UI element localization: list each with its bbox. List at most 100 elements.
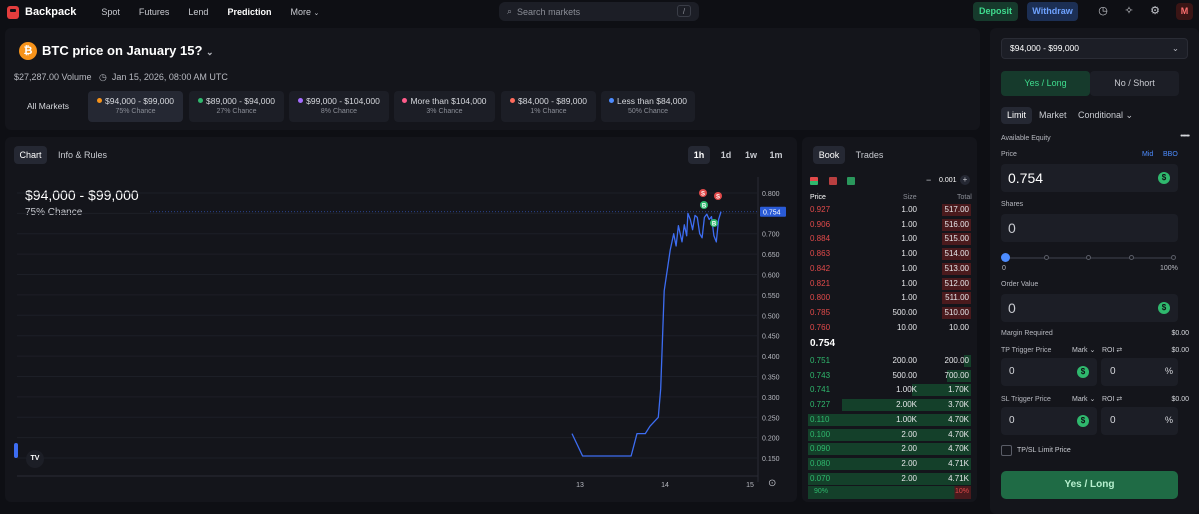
book-view-asks-icon[interactable]: [829, 177, 837, 185]
outcome-chance: 75% Chance: [115, 108, 156, 115]
side-short-button[interactable]: No / Short: [1090, 71, 1179, 96]
all-markets-button[interactable]: All Markets: [13, 91, 83, 122]
slider-step[interactable]: [1171, 255, 1176, 260]
book-view-both-icon[interactable]: [810, 177, 818, 185]
nav-more[interactable]: More ⌄: [290, 7, 319, 17]
ask-row[interactable]: 0.800 1.00 511.00: [808, 291, 971, 305]
order-value-input[interactable]: 0 $: [1001, 294, 1178, 322]
gear-icon[interactable]: ⚙: [1149, 5, 1161, 17]
col-total: Total: [957, 194, 972, 201]
outcome-card[interactable]: $89,000 - $94,000 27% Chance: [189, 91, 284, 122]
tab-limit[interactable]: Limit: [1001, 107, 1032, 124]
bbo-link[interactable]: BBO: [1163, 151, 1178, 158]
mid-link[interactable]: Mid: [1142, 151, 1153, 158]
ask-price: 0.842: [810, 263, 831, 273]
bid-row[interactable]: 0.090 2.00 4.70K: [808, 442, 971, 456]
ask-row[interactable]: 0.906 1.00 516.00: [808, 218, 971, 232]
nav-futures[interactable]: Futures: [139, 7, 170, 17]
tab-conditional[interactable]: Conditional ⌄: [1078, 110, 1133, 121]
y-tick-label: 0.250: [762, 415, 780, 422]
deposit-button[interactable]: Deposit: [973, 2, 1018, 21]
market-select[interactable]: $94,000 - $99,000 ⌄: [1001, 38, 1188, 59]
price-chart[interactable]: 0.8000.7500.7000.6500.6000.5500.5000.450…: [5, 137, 797, 502]
book-mid-price[interactable]: 0.754: [810, 338, 835, 349]
ask-row[interactable]: 0.927 1.00 517.00: [808, 203, 971, 217]
shares-input[interactable]: 0: [1001, 214, 1178, 242]
book-view-bids-icon[interactable]: [847, 177, 855, 185]
history-icon[interactable]: ◷: [1097, 5, 1109, 17]
slider-step[interactable]: [1044, 255, 1049, 260]
outcome-card[interactable]: More than $104,000 3% Chance: [394, 91, 495, 122]
ask-size: 1.00: [901, 234, 917, 244]
ask-row[interactable]: 0.821 1.00 512.00: [808, 277, 971, 291]
nav-prediction[interactable]: Prediction: [227, 7, 271, 17]
ask-row[interactable]: 0.863 1.00 514.00: [808, 247, 971, 261]
tp-price-input[interactable]: 0 $: [1001, 358, 1097, 386]
order-book-panel: Book Trades − 0.001 + Price Size Total 0…: [802, 137, 977, 502]
bid-row[interactable]: 0.751 200.00 200.00: [808, 354, 971, 368]
chart-settings-icon[interactable]: ⊙: [768, 478, 776, 489]
brand-logo[interactable]: Backpack: [7, 5, 77, 19]
tp-roi-label: ROI: [1102, 347, 1115, 354]
outcome-card[interactable]: $94,000 - $99,000 75% Chance: [88, 91, 183, 122]
nav-more-label: More: [290, 7, 311, 17]
bid-row[interactable]: 0.100 2.00 4.70K: [808, 428, 971, 442]
tp-roi-input[interactable]: 0 %: [1101, 358, 1178, 386]
bid-row[interactable]: 0.070 2.00 4.71K: [808, 472, 971, 486]
avatar[interactable]: M: [1176, 3, 1193, 20]
tab-trades[interactable]: Trades: [852, 146, 887, 164]
outcome-name: $84,000 - $89,000: [501, 96, 596, 106]
decrease-step-icon[interactable]: −: [926, 175, 931, 185]
tpsl-limit-checkbox[interactable]: [1001, 445, 1012, 456]
tpsl-limit-label: TP/SL Limit Price: [1017, 447, 1071, 454]
market-title[interactable]: BTC price on January 15? ⌄: [42, 43, 214, 58]
bid-price: 0.100: [810, 429, 831, 439]
sparkle-icon[interactable]: ✧: [1123, 5, 1135, 17]
col-size: Size: [903, 194, 917, 201]
nav-lend[interactable]: Lend: [188, 7, 208, 17]
y-tick-label: 0.150: [762, 456, 780, 463]
brand-name: Backpack: [25, 6, 77, 18]
tab-market[interactable]: Market: [1039, 110, 1067, 120]
tp-roi-toggle[interactable]: ROI ⇄: [1102, 346, 1122, 354]
buy-marker-icon: B: [712, 222, 717, 228]
submit-order-button[interactable]: Yes / Long: [1001, 471, 1178, 499]
ask-row[interactable]: 0.760 10.00 10.00: [808, 321, 971, 335]
sl-price-input[interactable]: 0 $: [1001, 407, 1097, 435]
slider-step[interactable]: [1129, 255, 1134, 260]
bid-price: 0.727: [810, 400, 831, 410]
sl-mark-select[interactable]: Mark ⌄: [1072, 395, 1095, 403]
ask-row[interactable]: 0.785 500.00 510.00: [808, 306, 971, 320]
outcome-card[interactable]: Less than $84,000 50% Chance: [601, 91, 695, 122]
nav-spot[interactable]: Spot: [101, 7, 120, 17]
chevron-down-icon: ⌄: [1125, 110, 1134, 120]
bid-row[interactable]: 0.741 1.00K 1.70K: [808, 383, 971, 397]
search-input[interactable]: ⌕ Search markets /: [499, 2, 699, 21]
outcome-card[interactable]: $84,000 - $89,000 1% Chance: [501, 91, 596, 122]
y-tick-label: 0.600: [762, 273, 780, 280]
increase-step-icon[interactable]: +: [960, 175, 970, 185]
chart-handle[interactable]: [14, 443, 18, 458]
sl-roi-toggle[interactable]: ROI ⇄: [1102, 395, 1122, 403]
bid-row[interactable]: 0.743 500.00 700.00: [808, 369, 971, 383]
size-slider-thumb[interactable]: [1001, 253, 1010, 262]
bid-price: 0.741: [810, 385, 831, 395]
sl-roi-input[interactable]: 0 %: [1101, 407, 1178, 435]
ask-total: 10.00: [948, 322, 969, 332]
withdraw-button[interactable]: Withdraw: [1027, 2, 1078, 21]
outcome-name-text: $94,000 - $99,000: [104, 96, 174, 106]
ask-row[interactable]: 0.842 1.00 513.00: [808, 262, 971, 276]
side-long-button[interactable]: Yes / Long: [1001, 71, 1090, 96]
ask-size: 1.00: [901, 263, 917, 273]
slider-step[interactable]: [1086, 255, 1091, 260]
bid-row[interactable]: 0.080 2.00 4.71K: [808, 457, 971, 471]
top-bar: Backpack Spot Futures Lend Prediction Mo…: [0, 0, 1199, 24]
price-input[interactable]: 0.754 $: [1001, 164, 1178, 192]
tab-book[interactable]: Book: [813, 146, 845, 164]
outcome-card[interactable]: $99,000 - $104,000 8% Chance: [289, 91, 389, 122]
tp-mark-select[interactable]: Mark ⌄: [1072, 346, 1095, 354]
ask-row[interactable]: 0.884 1.00 515.00: [808, 232, 971, 246]
bid-row[interactable]: 0.727 2.00K 3.70K: [808, 398, 971, 412]
bid-row[interactable]: 0.110 1.00K 4.70K: [808, 413, 971, 427]
depth-bar: [808, 443, 971, 456]
